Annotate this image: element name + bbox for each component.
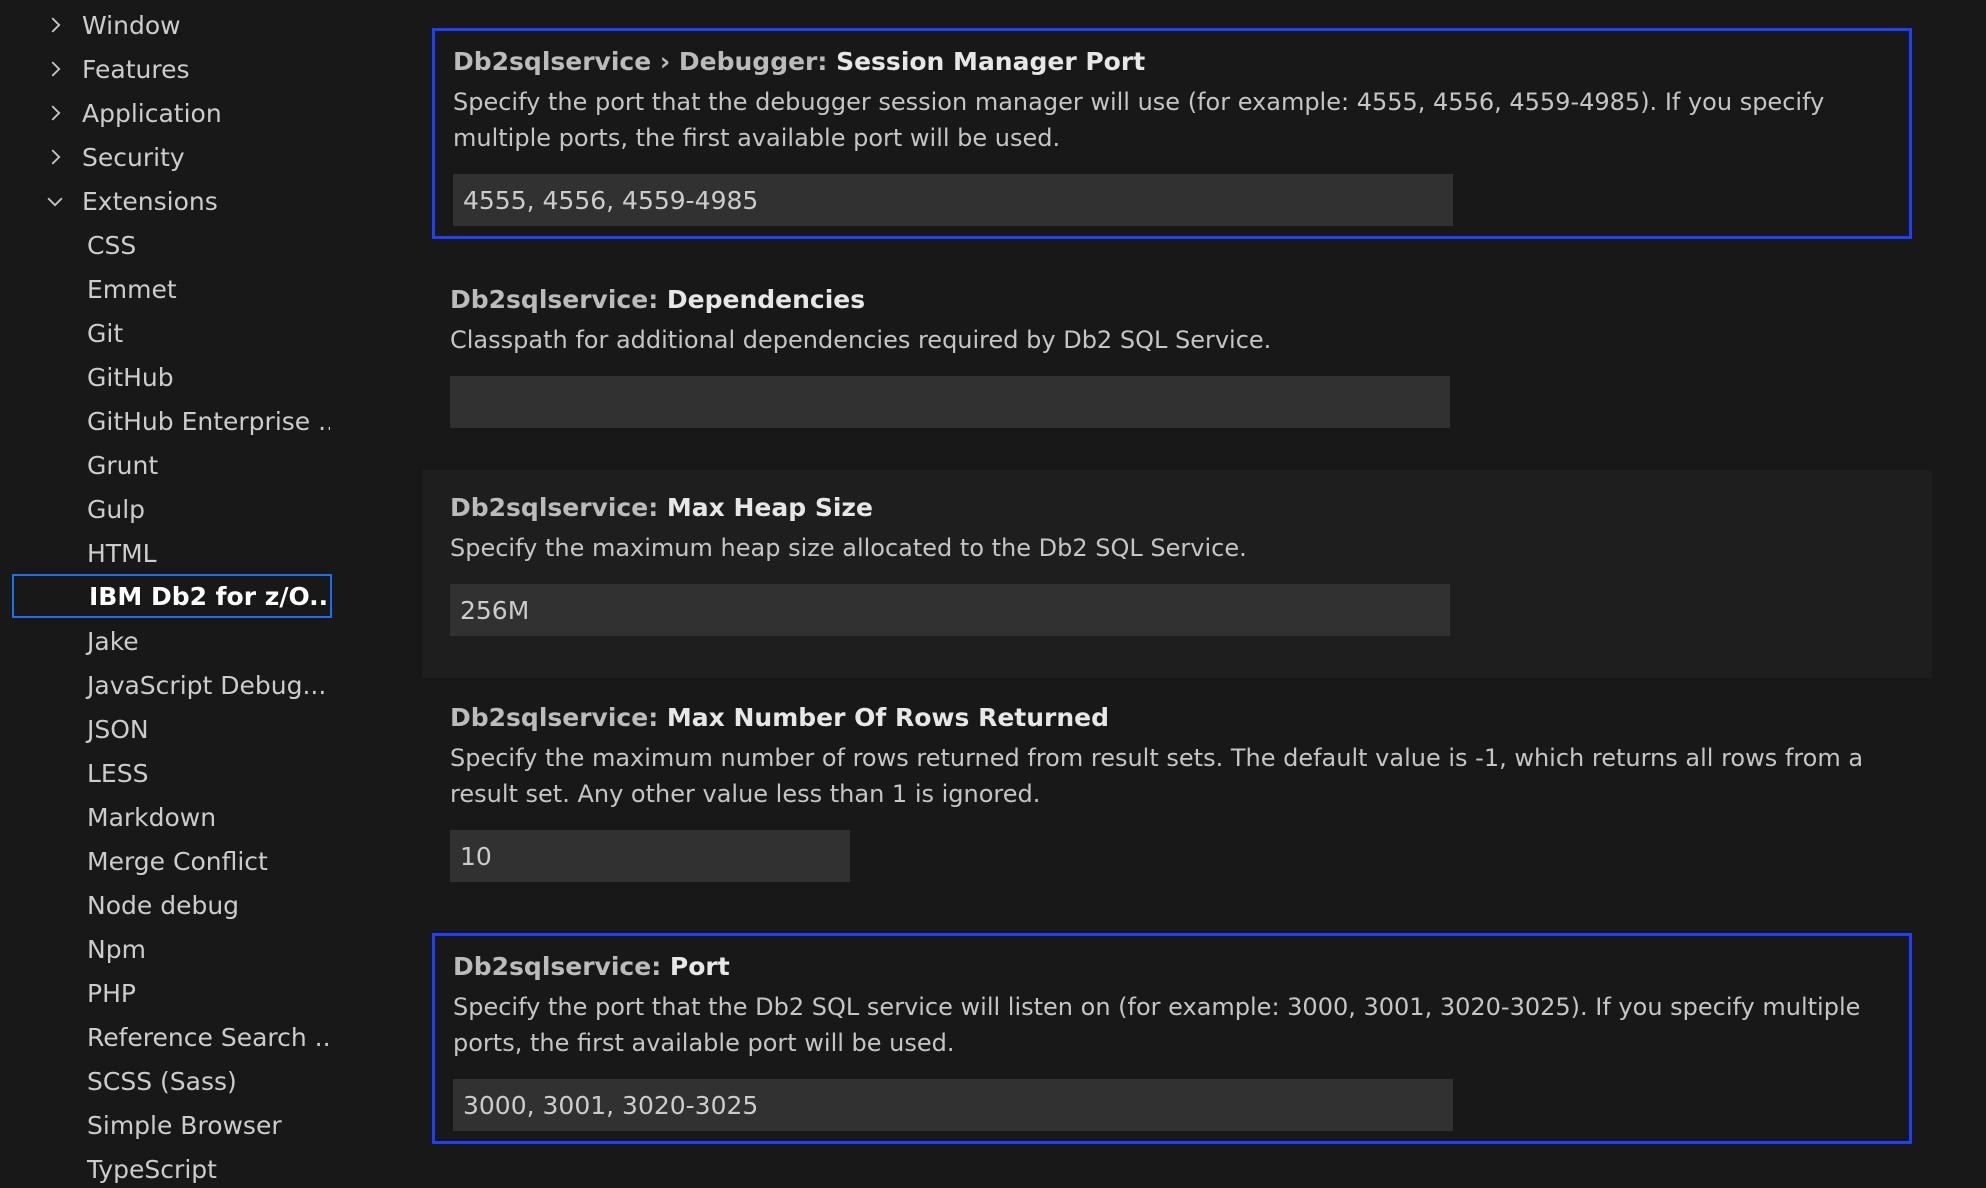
tree-item-label: GitHub — [87, 362, 174, 392]
tree-item-label: JSON — [87, 714, 149, 744]
setting-name: Max Heap Size — [666, 493, 873, 522]
setting-description: Classpath for additional dependencies re… — [450, 326, 1272, 354]
setting-description: Specify the port that the Db2 SQL servic… — [453, 993, 1861, 1057]
setting-title: Db2sqlservice: Dependencies — [450, 282, 1906, 318]
tree-item-github-enterprise[interactable]: GitHub Enterprise ... — [12, 399, 330, 443]
tree-item-less[interactable]: LESS — [12, 751, 330, 795]
setting-category: Db2sqlservice › Debugger: — [453, 47, 837, 76]
tree-item-label: Emmet — [87, 274, 177, 304]
tree-item-grunt[interactable]: Grunt — [12, 443, 330, 487]
setting-category: Db2sqlservice: — [453, 952, 670, 981]
settings-editor: Window Features Application Security Ext… — [0, 0, 1986, 1188]
tree-item-html[interactable]: HTML — [12, 531, 330, 575]
tree-item-markdown[interactable]: Markdown — [12, 795, 330, 839]
setting-description: Specify the port that the debugger sessi… — [453, 88, 1825, 152]
tree-item-reference-search[interactable]: Reference Search ... — [12, 1015, 330, 1059]
chevron-right-icon — [40, 10, 70, 40]
setting-title: Db2sqlservice: Max Number Of Rows Return… — [450, 700, 1906, 736]
tree-item-label: Npm — [87, 934, 146, 964]
setting-max-rows-returned[interactable]: Db2sqlservice: Max Number Of Rows Return… — [422, 700, 1934, 900]
tree-item-json[interactable]: JSON — [12, 707, 330, 751]
tree-item-node-debug[interactable]: Node debug — [12, 883, 330, 927]
tree-item-gulp[interactable]: Gulp — [12, 487, 330, 531]
tree-item-label: Features — [82, 54, 190, 84]
tree-item-scss[interactable]: SCSS (Sass) — [12, 1059, 330, 1103]
chevron-down-icon — [40, 186, 70, 216]
tree-item-label: Jake — [87, 626, 139, 656]
setting-category: Db2sqlservice: — [450, 703, 667, 732]
tree-item-label: Simple Browser — [87, 1110, 282, 1140]
setting-title: Db2sqlservice › Debugger: Session Manage… — [453, 44, 1891, 80]
tree-item-label: Markdown — [87, 802, 217, 832]
tree-item-npm[interactable]: Npm — [12, 927, 330, 971]
setting-name: Dependencies — [666, 285, 866, 314]
setting-title: Db2sqlservice: Max Heap Size — [450, 490, 1904, 526]
tree-item-git[interactable]: Git — [12, 311, 330, 355]
chevron-right-icon — [40, 54, 70, 84]
session-manager-port-input[interactable] — [453, 174, 1453, 226]
setting-max-heap-size[interactable]: Db2sqlservice: Max Heap Size Specify the… — [422, 470, 1932, 678]
tree-item-label: HTML — [87, 538, 157, 568]
setting-port[interactable]: Db2sqlservice: Port Specify the port tha… — [432, 933, 1912, 1144]
tree-item-label: TypeScript — [87, 1154, 217, 1184]
tree-item-github[interactable]: GitHub — [12, 355, 330, 399]
tree-item-label: Extensions — [82, 186, 218, 216]
tree-item-label: Security — [82, 142, 185, 172]
tree-item-label: Window — [82, 10, 181, 40]
tree-item-label: LESS — [87, 758, 149, 788]
tree-item-application[interactable]: Application — [12, 91, 330, 135]
tree-item-label: Reference Search ... — [87, 1022, 330, 1052]
dependencies-input[interactable] — [450, 376, 1450, 428]
tree-item-css[interactable]: CSS — [12, 223, 330, 267]
settings-list: Db2sqlservice › Debugger: Session Manage… — [422, 0, 1934, 1188]
tree-item-window[interactable]: Window — [12, 3, 330, 47]
setting-name: Max Number Of Rows Returned — [666, 703, 1110, 732]
tree-item-label: GitHub Enterprise ... — [87, 406, 330, 436]
tree-item-label: Git — [87, 318, 124, 348]
chevron-right-icon — [40, 98, 70, 128]
tree-item-label: Application — [82, 98, 222, 128]
tree-item-label: Node debug — [87, 890, 240, 920]
tree-item-merge-conflict[interactable]: Merge Conflict — [12, 839, 330, 883]
setting-session-manager-port[interactable]: Db2sqlservice › Debugger: Session Manage… — [432, 28, 1912, 239]
tree-item-typescript[interactable]: TypeScript — [12, 1147, 330, 1188]
setting-category: Db2sqlservice: — [450, 493, 667, 522]
tree-item-ibm-db2[interactable]: IBM Db2 for z/O... — [12, 574, 332, 618]
tree-item-label: Merge Conflict — [87, 846, 268, 876]
setting-name: Session Manager Port — [836, 47, 1146, 76]
tree-item-security[interactable]: Security — [12, 135, 330, 179]
tree-item-php[interactable]: PHP — [12, 971, 330, 1015]
max-rows-input[interactable] — [450, 830, 850, 882]
setting-dependencies[interactable]: Db2sqlservice: Dependencies Classpath fo… — [422, 282, 1934, 462]
tree-item-label: IBM Db2 for z/O... — [89, 581, 332, 611]
max-heap-size-input[interactable] — [450, 584, 1450, 636]
tree-item-label: PHP — [87, 978, 136, 1008]
tree-item-label: CSS — [87, 230, 137, 260]
tree-item-javascript-debugger[interactable]: JavaScript Debug... — [12, 663, 330, 707]
chevron-right-icon — [40, 142, 70, 172]
tree-item-label: Gulp — [87, 494, 146, 524]
setting-description: Specify the maximum number of rows retur… — [450, 744, 1864, 808]
setting-category: Db2sqlservice: — [450, 285, 667, 314]
setting-description: Specify the maximum heap size allocated … — [450, 534, 1247, 562]
tree-item-features[interactable]: Features — [12, 47, 330, 91]
tree-item-label: SCSS (Sass) — [87, 1066, 237, 1096]
tree-item-simple-browser[interactable]: Simple Browser — [12, 1103, 330, 1147]
tree-item-emmet[interactable]: Emmet — [12, 267, 330, 311]
port-input[interactable] — [453, 1079, 1453, 1131]
tree-item-label: Grunt — [87, 450, 159, 480]
setting-name: Port — [669, 952, 730, 981]
tree-item-extensions[interactable]: Extensions — [12, 179, 330, 223]
setting-title: Db2sqlservice: Port — [453, 949, 1891, 985]
tree-item-jake[interactable]: Jake — [12, 619, 330, 663]
tree-item-label: JavaScript Debug... — [87, 670, 327, 700]
settings-tree: Window Features Application Security Ext… — [0, 0, 340, 1188]
